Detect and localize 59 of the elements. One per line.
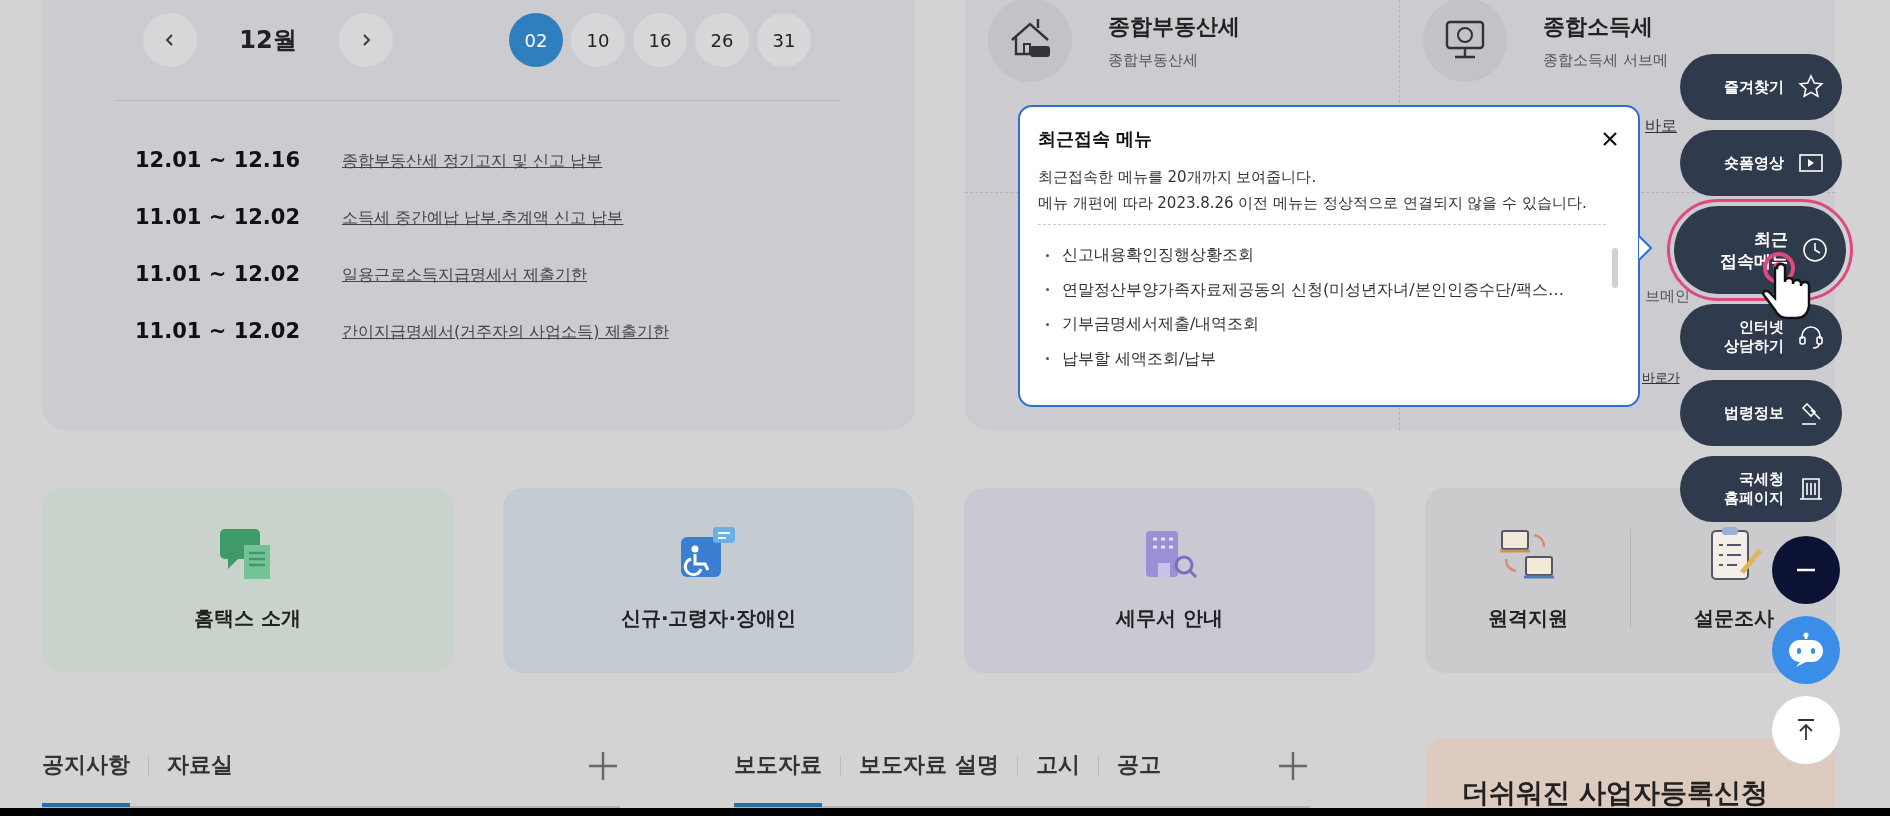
banner-title: 더쉬워진 사업자등록신청	[1462, 776, 1770, 810]
headset-icon	[1798, 324, 1824, 350]
clock-icon	[1802, 237, 1828, 263]
popup-title: 최근접속 메뉴	[1038, 127, 1153, 151]
floating-menu-button[interactable]: 법령정보	[1680, 380, 1842, 446]
shortcut-link[interactable]: 바로가	[1642, 367, 1680, 387]
shortcut-link[interactable]: 바로	[1645, 114, 1677, 138]
shortcut-label[interactable]: 신규·고령자·장애인	[620, 603, 797, 633]
floating-menu-button[interactable]: 국세청 홈페이지	[1680, 456, 1842, 522]
recent-menu-item[interactable]: 기부금명세서제출/내역조회	[1062, 312, 1260, 337]
scrollbar-thumb[interactable]	[1612, 248, 1618, 288]
schedule-period: 12.01 ~ 12.16	[135, 146, 302, 174]
bullet-icon	[1046, 288, 1049, 292]
schedule-period: 11.01 ~ 12.02	[135, 260, 302, 288]
banner-card[interactable]: 더쉬워진 사업자등록신청	[1426, 738, 1835, 808]
service-title[interactable]: 종합부동산세	[1108, 10, 1240, 44]
recent-menu-item[interactable]: 납부할 세액조회/납부	[1062, 346, 1217, 371]
schedule-period: 11.01 ~ 12.02	[135, 203, 302, 231]
schedule-title[interactable]: 소득세 중간예납 납부.추계액 신고 납부	[342, 205, 624, 230]
shortcut-card[interactable]: 홈택스 소개	[42, 488, 453, 673]
bullet-icon	[1046, 357, 1049, 361]
floating-menu-button[interactable]: 즐겨찾기	[1680, 54, 1842, 120]
shortcut-label[interactable]: 원격지원	[1487, 603, 1568, 633]
schedule-title[interactable]: 간이지급명세서(거주자의 사업소득) 제출기한	[342, 319, 669, 344]
arrow-up-icon	[1797, 719, 1815, 741]
shortcut-card[interactable]: 신규·고령자·장애인	[503, 488, 914, 673]
minus-icon	[1797, 568, 1815, 572]
service-subtitle: 종합부동산세	[1108, 50, 1199, 72]
date-chip[interactable]: 02	[509, 13, 563, 67]
date-chip[interactable]: 31	[757, 13, 811, 67]
schedule-title[interactable]: 종합부동산세 정기고지 및 신고 납부	[342, 148, 603, 173]
shortcut-label[interactable]: 세무서 안내	[1116, 603, 1223, 633]
board-tab[interactable]: 공고	[1116, 726, 1161, 807]
date-chip[interactable]: 26	[695, 13, 749, 67]
shortcut-card[interactable]: 세무서 안내	[964, 488, 1375, 673]
board-tab[interactable]: 자료실	[167, 726, 233, 807]
recent-menu-item[interactable]: 연말정산부양가족자료제공동의 신청(미성년자녀/본인인증수단/팩스…	[1062, 277, 1565, 302]
shortcut-label[interactable]: 홈택스 소개	[194, 603, 301, 633]
building-icon	[1798, 476, 1824, 502]
recent-menu-item[interactable]: 신고내용확인징행상황조회	[1062, 243, 1254, 268]
bullet-icon	[1046, 253, 1049, 257]
more-button[interactable]	[1278, 750, 1308, 781]
bullet-icon	[1046, 322, 1049, 326]
date-chip[interactable]: 10	[571, 13, 625, 67]
close-button[interactable]	[1602, 130, 1618, 147]
board-tab[interactable]: 보도자료 설명	[859, 726, 999, 807]
service-subtitle: 종합소득세 서브메	[1543, 50, 1668, 72]
schedule-period: 11.01 ~ 12.02	[135, 317, 302, 345]
popup-description: 최근접속한 메뉴를 20개까지 보여줍니다. 메뉴 개편에 따라 2023.8.26 이전 메뉴는 정상적으로 연결되지 않을 수 있습니다.	[1038, 167, 1588, 214]
date-chip[interactable]: 16	[633, 13, 687, 67]
star-icon	[1798, 74, 1824, 100]
board-tab[interactable]: 고시	[1035, 726, 1080, 807]
shortcut-label[interactable]: 설문조사	[1693, 603, 1774, 633]
schedule-title[interactable]: 일용근로소득지급명세서 제출기한	[342, 262, 588, 287]
robot-icon	[1786, 632, 1826, 668]
service-title[interactable]: 종합소득세	[1543, 10, 1668, 44]
month-label: 12월	[238, 25, 298, 56]
more-button[interactable]	[588, 750, 618, 781]
floating-menu-button[interactable]: 숏폼영상	[1680, 130, 1842, 196]
